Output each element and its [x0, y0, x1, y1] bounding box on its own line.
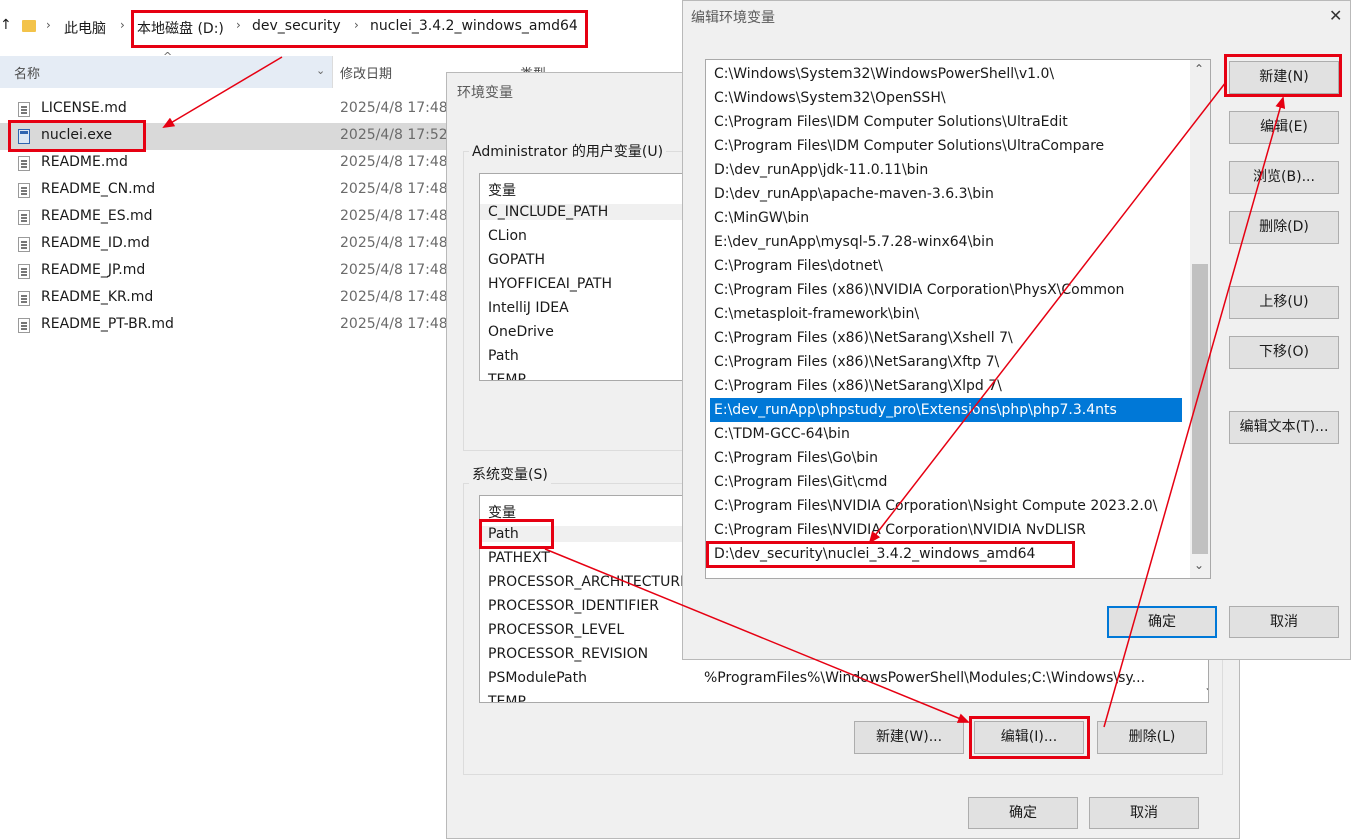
- arrow-path-to-edit: [544, 548, 970, 723]
- arrow-new-to-path: [868, 81, 1227, 544]
- arrow-edit-to-new: [1103, 96, 1286, 728]
- arrow-breadcrumb-to-exe: [162, 56, 283, 129]
- annotation-arrows: [162, 56, 1286, 728]
